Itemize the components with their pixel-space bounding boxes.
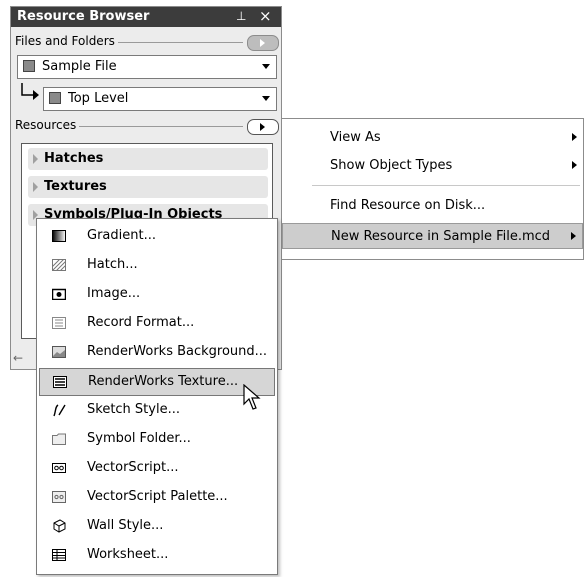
expand-triangle-icon bbox=[33, 154, 38, 164]
submenu-item-record-format[interactable]: Record Format... bbox=[39, 310, 275, 338]
pin-icon[interactable]: ⊥ bbox=[236, 9, 246, 23]
resources-section-label: Resources bbox=[15, 118, 80, 132]
chevron-down-icon bbox=[262, 96, 270, 101]
files-section-label: Files and Folders bbox=[15, 34, 118, 48]
submenu-item-gradient[interactable]: Gradient... bbox=[39, 223, 275, 251]
folder-icon bbox=[49, 92, 61, 104]
menu-item-show-object-types[interactable]: Show Object Types bbox=[282, 153, 583, 179]
submenu-item-vectorscript-palette[interactable]: VectorScript Palette... bbox=[39, 484, 275, 512]
vectorscript-palette-icon bbox=[51, 490, 67, 504]
submenu-item-sketch-style[interactable]: Sketch Style... bbox=[39, 397, 275, 425]
close-icon[interactable]: × bbox=[259, 7, 272, 25]
folder-combo[interactable]: Top Level bbox=[43, 87, 277, 111]
resources-menu-button[interactable] bbox=[247, 119, 279, 135]
vectorscript-icon bbox=[51, 461, 67, 475]
submenu-item-wall-style[interactable]: Wall Style... bbox=[39, 513, 275, 541]
submenu-item-symbol-folder[interactable]: Symbol Folder... bbox=[39, 426, 275, 454]
submenu-item-image[interactable]: Image... bbox=[39, 281, 275, 309]
record-format-icon bbox=[51, 316, 67, 330]
hatch-icon bbox=[51, 258, 67, 272]
symbol-folder-icon bbox=[51, 432, 67, 446]
file-combo[interactable]: Sample File bbox=[17, 55, 277, 79]
sketch-style-icon bbox=[51, 403, 67, 417]
worksheet-icon bbox=[51, 548, 67, 562]
resource-category-hatches[interactable]: Hatches bbox=[28, 148, 268, 170]
submenu-item-hatch[interactable]: Hatch... bbox=[39, 252, 275, 280]
resource-category-textures[interactable]: Textures bbox=[28, 176, 268, 198]
new-resource-submenu: Gradient... Hatch... Image... Record For… bbox=[36, 218, 278, 575]
menu-item-new-resource[interactable]: New Resource in Sample File.mcd bbox=[282, 223, 583, 249]
renderworks-texture-icon bbox=[52, 375, 68, 389]
submenu-item-worksheet[interactable]: Worksheet... bbox=[39, 542, 275, 570]
mouse-pointer-icon bbox=[243, 384, 261, 410]
files-menu-button[interactable] bbox=[247, 35, 279, 51]
chevron-down-icon bbox=[262, 64, 270, 69]
palette-titlebar[interactable]: Resource Browser ⊥ × bbox=[11, 7, 281, 27]
folder-connector-icon bbox=[21, 83, 39, 100]
expand-triangle-icon bbox=[33, 182, 38, 192]
file-combo-value: Sample File bbox=[42, 59, 117, 74]
submenu-item-renderworks-texture[interactable]: RenderWorks Texture... bbox=[39, 368, 275, 396]
image-icon bbox=[51, 287, 67, 301]
submenu-item-vectorscript[interactable]: VectorScript... bbox=[39, 455, 275, 483]
file-icon bbox=[23, 60, 35, 72]
gradient-icon bbox=[51, 229, 67, 243]
renderworks-background-icon bbox=[51, 345, 67, 359]
submenu-item-renderworks-background[interactable]: RenderWorks Background... bbox=[39, 339, 275, 367]
menu-separator bbox=[312, 185, 580, 186]
folder-combo-value: Top Level bbox=[68, 91, 129, 106]
palette-title: Resource Browser bbox=[17, 9, 150, 24]
submenu-arrow-icon bbox=[572, 161, 577, 169]
palette-footer-icon[interactable]: ← bbox=[13, 351, 23, 365]
menu-item-view-as[interactable]: View As bbox=[282, 125, 583, 151]
menu-item-find-resource-on-disk[interactable]: Find Resource on Disk... bbox=[282, 193, 583, 219]
submenu-arrow-icon bbox=[571, 232, 576, 240]
submenu-arrow-icon bbox=[572, 133, 577, 141]
resources-context-menu: View As Show Object Types Find Resource … bbox=[281, 118, 584, 260]
wall-style-icon bbox=[51, 519, 67, 533]
